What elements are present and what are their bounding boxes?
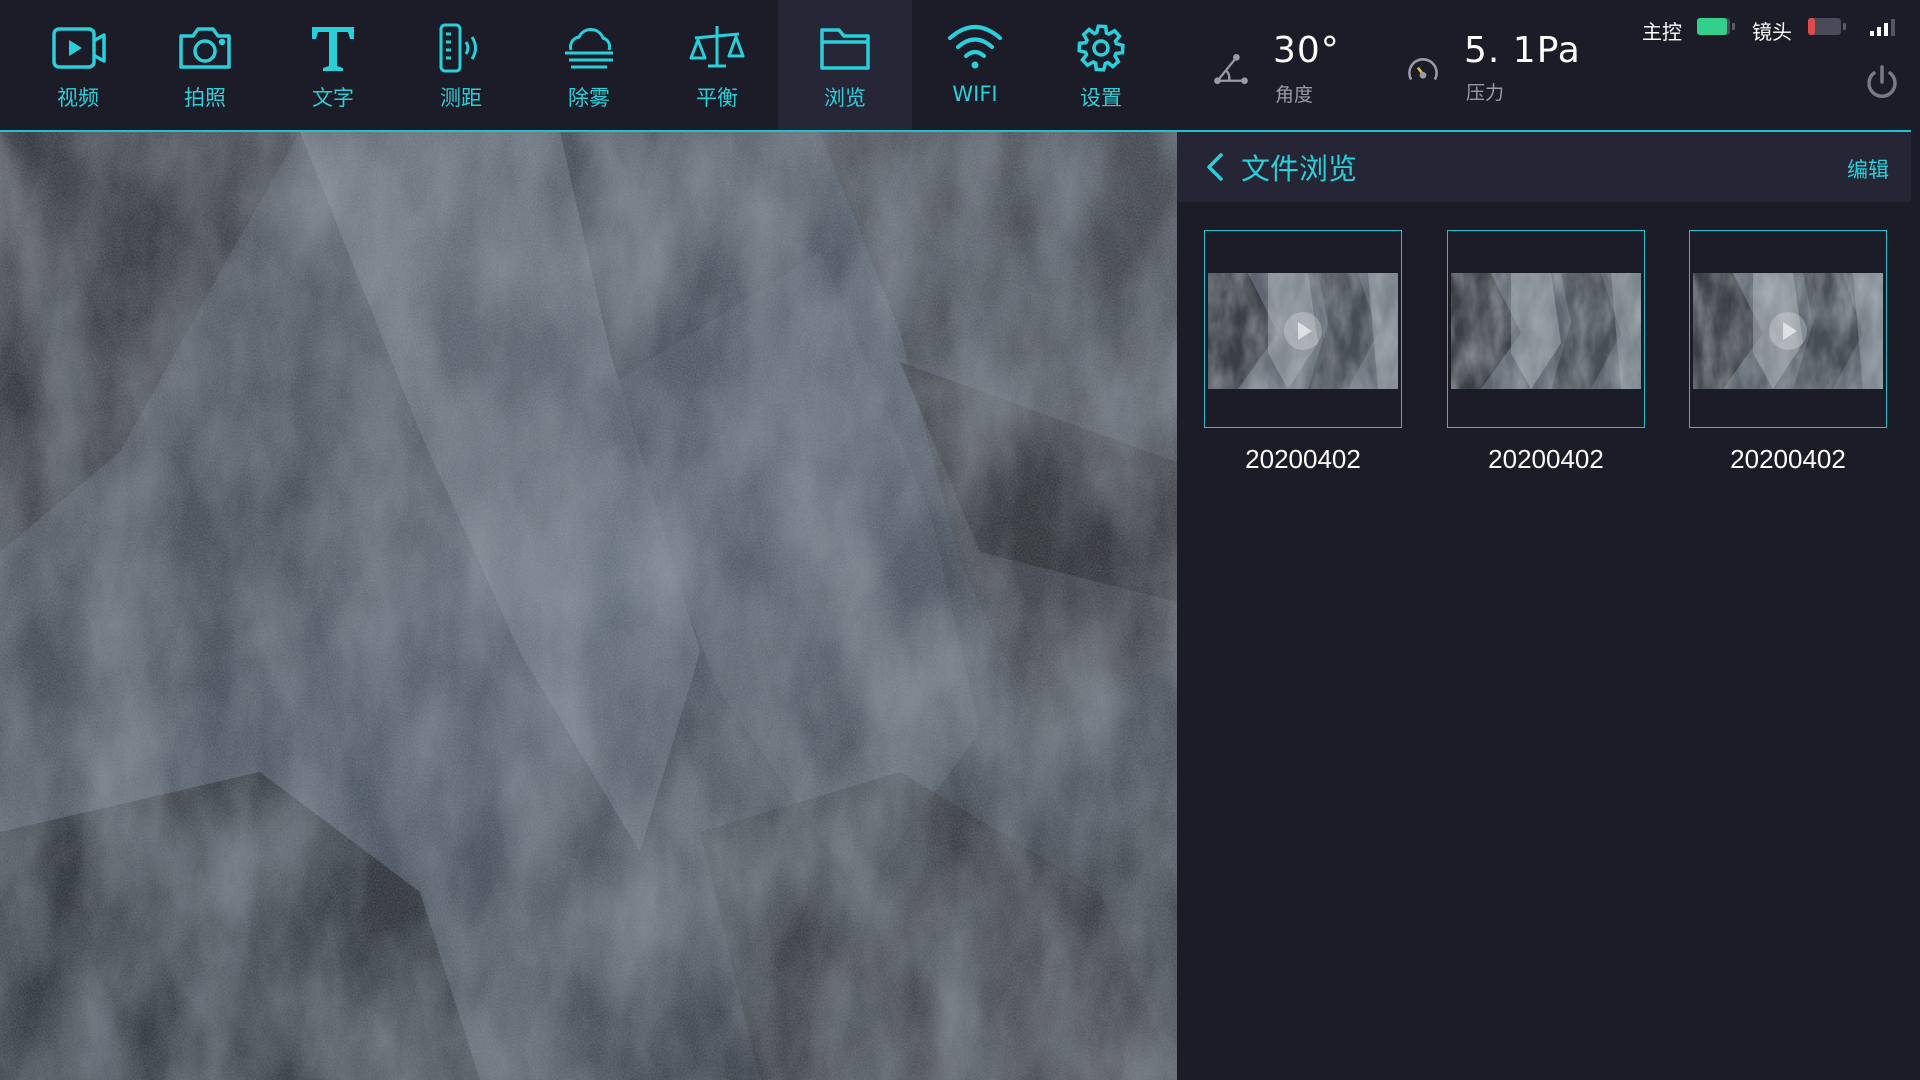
- pressure-value: 5. 1Pa: [1464, 30, 1581, 71]
- angle-value: 30°: [1273, 30, 1340, 71]
- toolbar-wifi-button[interactable]: WIFI: [911, 0, 1039, 130]
- file-name: 20200402: [1488, 444, 1604, 474]
- signal-bar: [1877, 27, 1881, 36]
- lens-battery-icon: [1808, 18, 1846, 35]
- toolbar-video-label: 视频: [57, 86, 99, 110]
- signal-bar: [1884, 23, 1888, 36]
- main-battery-label: 主控: [1642, 20, 1682, 44]
- folder-icon: [820, 28, 870, 70]
- top-toolbar: 视频 拍照 文字 测距 除雾 平衡 浏览 WIFI 设置 30° 角度 5. 1…: [0, 0, 1911, 132]
- file-item[interactable]: 20200402: [1689, 230, 1887, 475]
- camera-feed[interactable]: [0, 132, 1177, 1080]
- main-battery-icon: [1697, 18, 1735, 35]
- lens-battery-fill: [1808, 18, 1815, 35]
- toolbar-browse-button[interactable]: 浏览: [778, 0, 912, 130]
- toolbar-balance-button[interactable]: 平衡: [653, 0, 781, 130]
- toolbar-video-button[interactable]: 视频: [14, 0, 142, 130]
- toolbar-balance-label: 平衡: [696, 86, 738, 110]
- file-thumbnail: [1689, 230, 1887, 428]
- panel-title: 文件浏览: [1241, 152, 1358, 186]
- text-icon: [312, 27, 354, 71]
- pressure-readout: 5. 1Pa 压力: [1400, 0, 1610, 130]
- main-battery-fill: [1697, 18, 1727, 35]
- edit-button[interactable]: 编辑: [1847, 154, 1889, 184]
- play-icon: [1283, 311, 1323, 355]
- toolbar-defog-button[interactable]: 除雾: [525, 0, 653, 130]
- toolbar-distance-button[interactable]: 测距: [397, 0, 525, 130]
- panel-header: 文件浏览 编辑: [1177, 132, 1911, 202]
- file-item[interactable]: 20200402: [1447, 230, 1645, 475]
- thumbnail-image: [1451, 273, 1641, 389]
- pressure-label: 压力: [1466, 82, 1505, 104]
- angle-icon: [1214, 54, 1248, 85]
- file-browser-panel: 文件浏览 编辑 20200402 20200402 20200402: [1177, 132, 1911, 1080]
- balance-icon: [689, 26, 745, 68]
- toolbar-settings-button[interactable]: 设置: [1037, 0, 1165, 130]
- toolbar-settings-label: 设置: [1080, 86, 1122, 110]
- angle-label: 角度: [1275, 84, 1314, 106]
- angle-readout: 30° 角度: [1205, 0, 1355, 130]
- rock-image: [0, 132, 1177, 1080]
- toolbar-wifi-label: WIFI: [952, 82, 998, 106]
- video-icon: [52, 27, 106, 69]
- toolbar-browse-label: 浏览: [824, 86, 866, 110]
- power-icon[interactable]: [1862, 62, 1902, 102]
- lens-battery-label: 镜头: [1752, 20, 1792, 44]
- defog-icon: [565, 27, 613, 69]
- play-icon: [1768, 311, 1808, 355]
- signal-bar: [1891, 19, 1895, 36]
- toolbar-photo-label: 拍照: [184, 86, 226, 110]
- signal-bar: [1870, 31, 1874, 36]
- toolbar-text-label: 文字: [312, 86, 354, 110]
- file-item[interactable]: 20200402: [1204, 230, 1402, 475]
- toolbar-text-button[interactable]: 文字: [269, 0, 397, 130]
- file-name: 20200402: [1245, 444, 1361, 474]
- distance-icon: [439, 23, 477, 73]
- toolbar-distance-label: 测距: [440, 86, 482, 110]
- back-arrow-icon[interactable]: [1199, 150, 1233, 184]
- wifi-icon: [948, 25, 1002, 69]
- gauge-icon: [1408, 58, 1438, 81]
- gear-icon: [1077, 24, 1125, 72]
- file-thumbnail: [1447, 230, 1645, 428]
- toolbar-photo-button[interactable]: 拍照: [141, 0, 269, 130]
- file-name: 20200402: [1730, 444, 1846, 474]
- toolbar-defog-label: 除雾: [568, 86, 610, 110]
- camera-icon: [179, 27, 231, 69]
- signal-icon: [1870, 19, 1895, 36]
- file-thumbnail: [1204, 230, 1402, 428]
